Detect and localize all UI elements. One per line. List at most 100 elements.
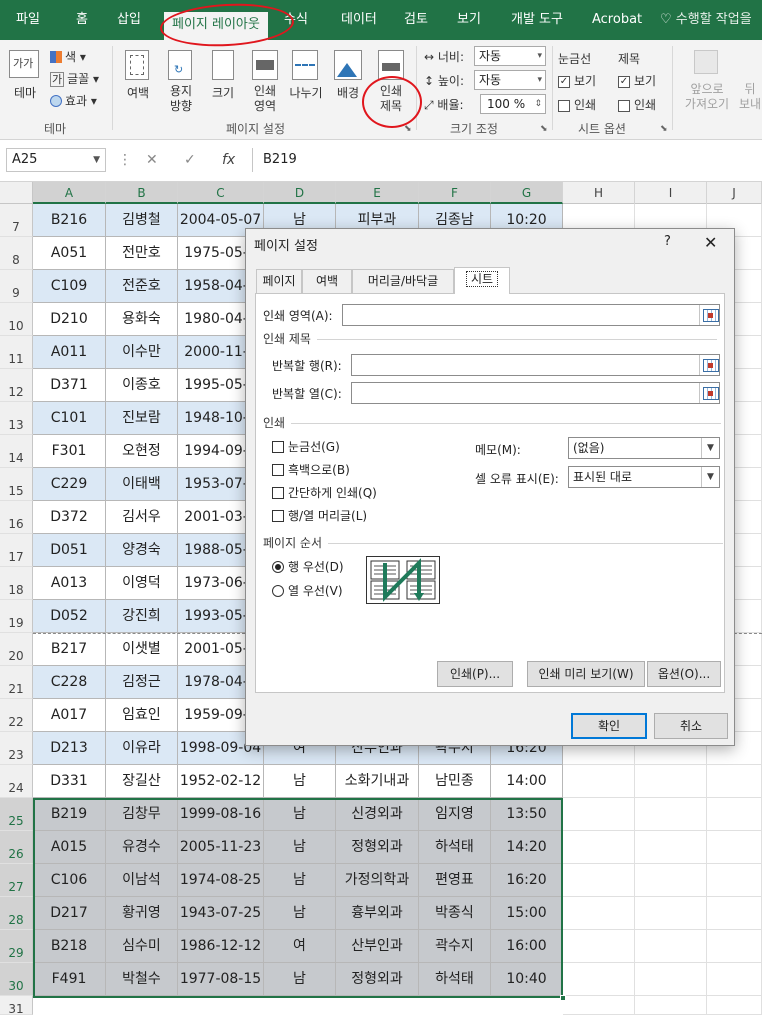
empty-cell[interactable] [707,831,762,864]
column-header-g[interactable]: G [491,182,563,204]
empty-cell[interactable] [563,996,635,1015]
tab-formulas[interactable]: 수식 [284,0,308,40]
tab-header-footer[interactable]: 머리글/바닥글 [352,269,454,293]
column-header-j[interactable]: J [707,182,762,204]
name-box[interactable]: A25 ▼ [6,148,106,172]
grid-cell[interactable]: 장길산 [106,765,178,798]
print-area-button[interactable]: 인쇄 영역 [244,84,286,114]
empty-cell[interactable] [563,831,635,864]
grid-cell[interactable]: 양경숙 [106,534,178,567]
scale-launcher-icon[interactable]: ⬊ [540,124,548,134]
row-header[interactable]: 21 [0,666,33,699]
ok-button[interactable]: 확인 [571,713,647,739]
grid-cell[interactable]: 박종식 [419,897,491,930]
row-header[interactable]: 13 [0,402,33,435]
row-header[interactable]: 26 [0,831,33,864]
grid-cell[interactable]: 유경수 [106,831,178,864]
grid-cell[interactable]: 산부인과 [336,930,419,963]
help-icon[interactable]: ? [664,234,671,249]
grid-cell[interactable]: C101 [33,402,106,435]
tell-me-box[interactable]: ♡ 수행할 작업을 [660,0,752,40]
tab-page[interactable]: 페이지 [256,269,302,293]
grid-cell[interactable]: D371 [33,369,106,402]
grid-cell[interactable]: B218 [33,930,106,963]
grid-cell[interactable]: C109 [33,270,106,303]
grid-cell[interactable]: A051 [33,237,106,270]
width-select[interactable]: 자동 ▾ [474,46,546,66]
tab-home[interactable]: 홈 [76,0,88,40]
grid-cell[interactable]: 전만호 [106,237,178,270]
row-header[interactable]: 25 [0,798,33,831]
empty-cell[interactable] [635,798,707,831]
empty-cell[interactable] [707,930,762,963]
page-setup-launcher-icon[interactable]: ⬊ [404,124,412,134]
print-preview-button[interactable]: 인쇄 미리 보기(W) [527,661,645,687]
grid-cell[interactable]: D051 [33,534,106,567]
formula-input[interactable]: B219 [252,148,758,172]
print-button[interactable]: 인쇄(P)... [437,661,513,687]
grid-cell[interactable]: 여 [264,930,336,963]
grid-cell[interactable]: 가정의학과 [336,864,419,897]
orientation-button[interactable]: 용지 방향 [160,84,202,114]
fill-handle[interactable] [560,995,566,1001]
tab-review[interactable]: 검토 [404,0,428,40]
column-header-e[interactable]: E [336,182,419,204]
row-header[interactable]: 9 [0,270,33,303]
theme-fonts-button[interactable]: 가 글꼴 ▾ [50,70,99,87]
grid-cell[interactable]: 김병철 [106,204,178,237]
comments-select[interactable]: (없음) ▼ [568,437,720,459]
grid-cell[interactable]: 심수미 [106,930,178,963]
theme-button[interactable]: 테마 [8,84,42,101]
empty-cell[interactable] [563,897,635,930]
grid-cell[interactable]: 1952-02-12 [178,765,264,798]
row-header[interactable]: 10 [0,303,33,336]
tab-view[interactable]: 보기 [457,0,481,40]
grid-cell[interactable]: D213 [33,732,106,765]
grid-cell[interactable]: 이남석 [106,864,178,897]
row-header[interactable]: 30 [0,963,33,996]
cancel-icon[interactable]: ✕ [146,148,158,172]
column-header-h[interactable]: H [563,182,635,204]
column-header-d[interactable]: D [264,182,336,204]
grid-cell[interactable]: C106 [33,864,106,897]
row-header[interactable]: 24 [0,765,33,798]
empty-cell[interactable] [635,831,707,864]
margins-button[interactable]: 여백 [118,84,158,101]
theme-colors-button[interactable]: 색 ▾ [50,48,86,65]
repeat-cols-input[interactable] [351,382,720,404]
tab-insert[interactable]: 삽입 [117,0,141,40]
empty-cell[interactable] [707,897,762,930]
tab-acrobat[interactable]: Acrobat [592,0,642,40]
enter-icon[interactable]: ✓ [184,148,196,172]
grid-cell[interactable]: 남민종 [419,765,491,798]
grid-cell[interactable]: 진보람 [106,402,178,435]
grid-cell[interactable]: 용화숙 [106,303,178,336]
empty-cell[interactable] [635,897,707,930]
empty-cell[interactable] [635,963,707,996]
grid-cell[interactable]: 강진희 [106,600,178,633]
grid-cell[interactable]: 임지영 [419,798,491,831]
theme-effects-button[interactable]: 효과 ▾ [50,92,97,109]
empty-cell[interactable] [563,963,635,996]
grid-cell[interactable]: 김창무 [106,798,178,831]
column-header-i[interactable]: I [635,182,707,204]
insert-function-icon[interactable]: fx [222,148,235,172]
grid-cell[interactable]: 이수만 [106,336,178,369]
grid-cell[interactable]: 편영표 [419,864,491,897]
row-header[interactable]: 27 [0,864,33,897]
grid-cell[interactable]: A013 [33,567,106,600]
repeat-rows-input[interactable] [351,354,720,376]
range-select-icon[interactable] [699,383,719,403]
row-header[interactable]: 17 [0,534,33,567]
grid-cell[interactable]: 이유라 [106,732,178,765]
background-button[interactable]: 배경 [330,84,366,101]
draft-quality-checkbox[interactable]: 간단하게 인쇄(Q) [272,484,377,501]
row-header[interactable]: 11 [0,336,33,369]
row-header[interactable]: 22 [0,699,33,732]
black-white-checkbox[interactable]: 흑백으로(B) [272,461,350,478]
grid-cell[interactable]: 1977-08-15 [178,963,264,996]
grid-cell[interactable]: 이태백 [106,468,178,501]
bring-forward-button[interactable]: 앞으로 가져오기 [678,82,736,112]
grid-cell[interactable]: C229 [33,468,106,501]
row-header[interactable]: 14 [0,435,33,468]
